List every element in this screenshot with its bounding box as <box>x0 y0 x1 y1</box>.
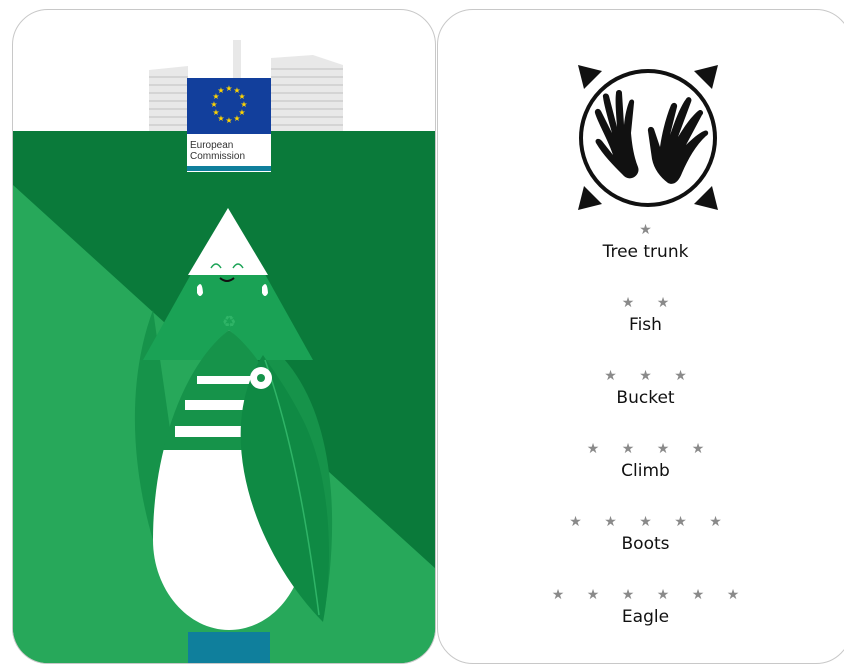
level-label: Boots <box>621 534 670 554</box>
svg-text:★: ★ <box>225 116 232 125</box>
svg-text:★: ★ <box>225 84 232 93</box>
list-item: ★ ★ ★ ★ Climb <box>438 439 844 512</box>
level-label: Eagle <box>621 607 670 627</box>
bottom-teal-bar <box>188 632 270 663</box>
svg-text:★: ★ <box>212 108 219 117</box>
two-hands-icon <box>568 55 728 224</box>
list-item: ★ ★ ★ Bucket <box>438 366 844 439</box>
list-item: ★ ★ ★ ★ ★ ★ Eagle <box>438 585 844 658</box>
list-item: ★ ★ Fish <box>438 293 844 366</box>
level-label: Tree trunk <box>602 242 689 262</box>
svg-text:♻: ♻ <box>222 312 236 331</box>
rating-stars: ★ <box>639 222 661 238</box>
svg-text:★: ★ <box>233 114 240 123</box>
svg-text:★: ★ <box>210 100 217 109</box>
rating-stars: ★ ★ ★ ★ ★ <box>569 514 731 530</box>
difficulty-levels: ★ Tree trunk ★ ★ Fish ★ ★ ★ Bucket ★ ★ ★… <box>438 220 844 658</box>
list-item: ★ ★ ★ ★ ★ Boots <box>438 512 844 585</box>
rating-stars: ★ ★ ★ ★ <box>586 441 714 457</box>
level-label: Bucket <box>616 388 675 408</box>
org-name: European Commission <box>190 140 246 162</box>
rating-stars: ★ ★ ★ ★ ★ ★ <box>551 587 749 603</box>
level-label: Climb <box>621 461 670 481</box>
level-label: Fish <box>629 315 662 335</box>
card-back[interactable]: ★ Tree trunk ★ ★ Fish ★ ★ ★ Bucket ★ ★ ★… <box>437 9 844 664</box>
card-front-illustration: ★ ★ ★ ★ ★ ★ ★ ★ ★ ★ ★ ★ ♻ <box>13 40 435 663</box>
svg-text:★: ★ <box>217 86 224 95</box>
rating-stars: ★ ★ ★ <box>604 368 696 384</box>
card-front[interactable]: ★ ★ ★ ★ ★ ★ ★ ★ ★ ★ ★ ★ ♻ European Commi… <box>12 9 436 664</box>
rating-stars: ★ ★ <box>621 295 679 311</box>
list-item: ★ Tree trunk <box>438 220 844 293</box>
